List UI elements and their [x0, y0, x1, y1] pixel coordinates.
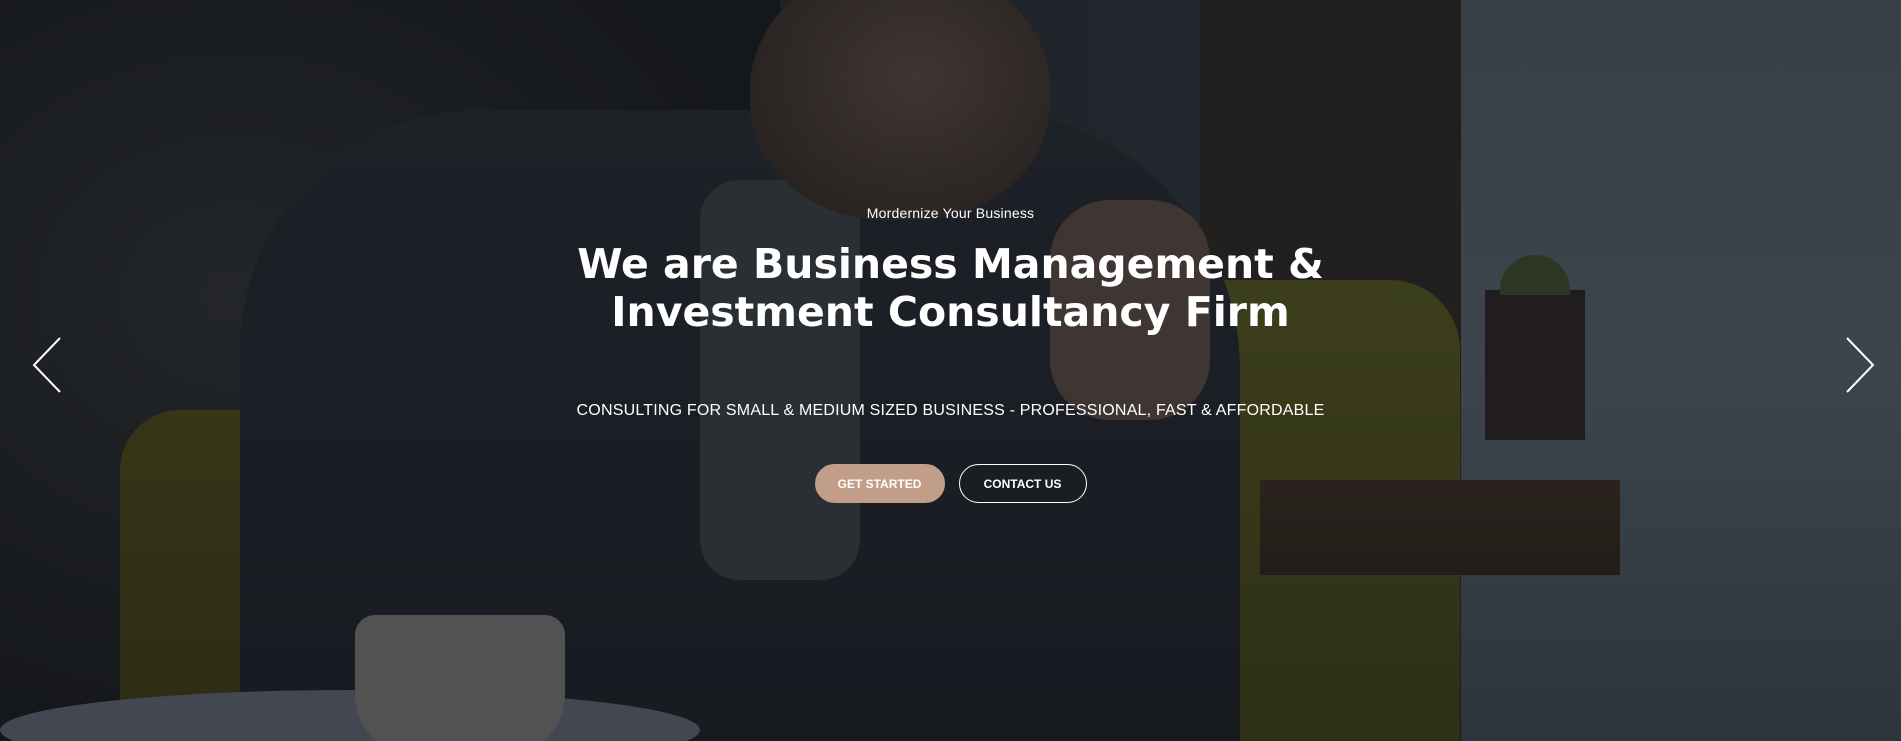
hero-tagline: Mordernize Your Business: [866, 205, 1035, 221]
chevron-left-icon[interactable]: [32, 336, 62, 394]
chevron-right-icon[interactable]: [1845, 336, 1875, 394]
hero-buttons: GET STARTED CONTACT US: [0, 464, 1901, 503]
hero-content: Mordernize Your Business We are Business…: [0, 0, 1901, 741]
hero-slider: Mordernize Your Business We are Business…: [0, 0, 1901, 741]
hero-subline: CONSULTING FOR SMALL & MEDIUM SIZED BUSI…: [576, 402, 1325, 419]
get-started-button[interactable]: GET STARTED: [814, 464, 945, 503]
contact-us-button[interactable]: CONTACT US: [958, 464, 1087, 503]
hero-headline: We are Business Management & Investment …: [577, 240, 1324, 336]
